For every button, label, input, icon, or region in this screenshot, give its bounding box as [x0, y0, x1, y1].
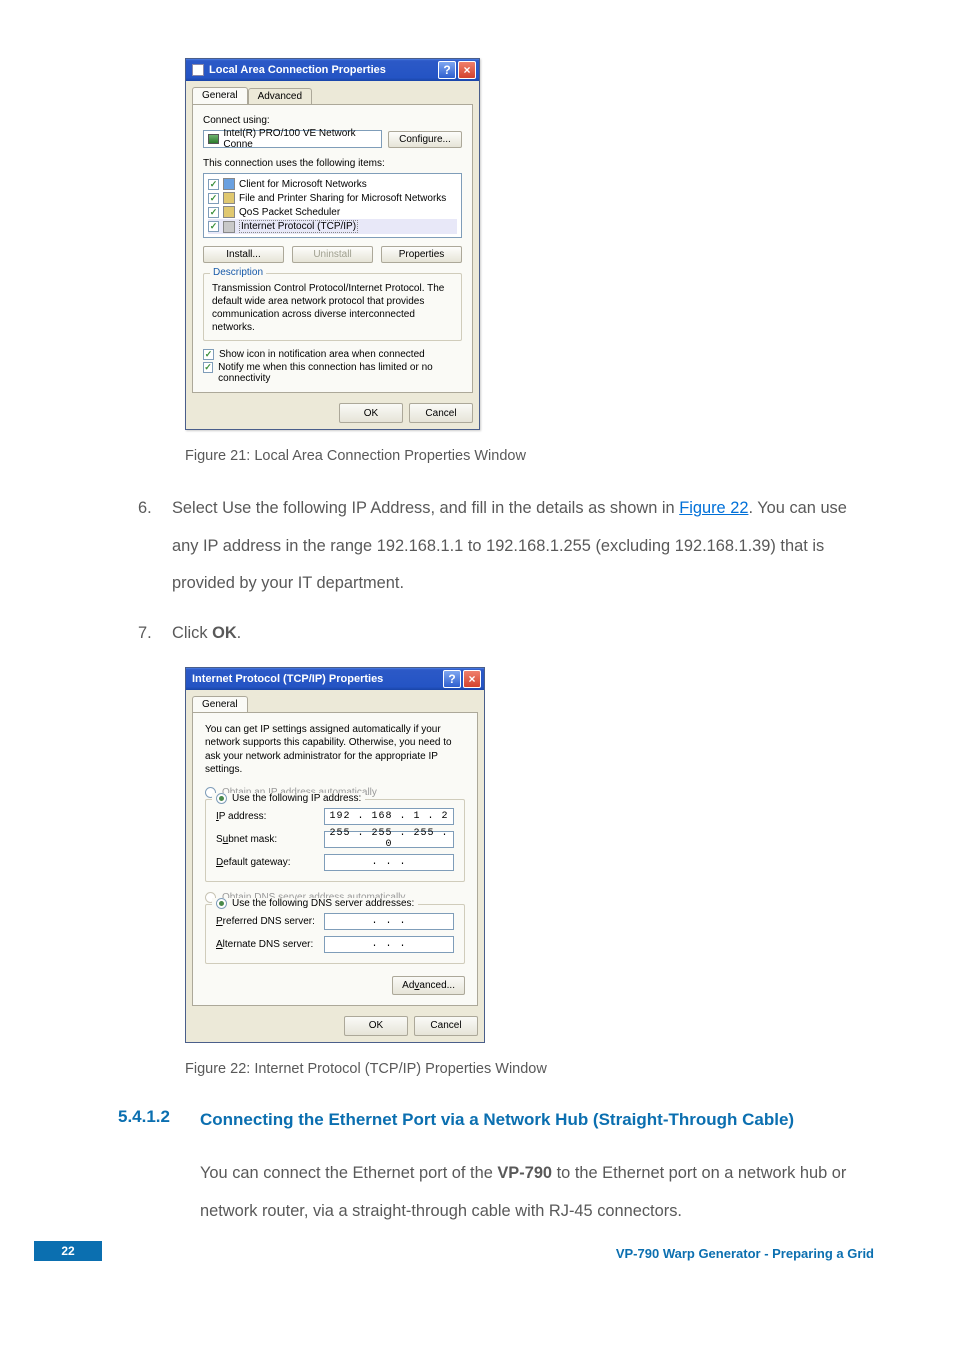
description-group: Description Transmission Control Protoco… [203, 273, 462, 341]
step-number: 6. [138, 490, 172, 603]
dialog1-title: Local Area Connection Properties [209, 64, 386, 76]
cancel-button[interactable]: Cancel [414, 1016, 478, 1036]
checkbox-icon[interactable]: ✓ [208, 221, 219, 232]
description-text: Transmission Control Protocol/Internet P… [212, 282, 453, 334]
dialog2-description: You can get IP settings assigned automat… [205, 723, 465, 777]
radio-use-ip[interactable] [216, 793, 227, 804]
list-item[interactable]: ✓ File and Printer Sharing for Microsoft… [208, 191, 457, 205]
subnet-mask-label: Subnet mask: [216, 834, 318, 845]
connection-items-list[interactable]: ✓ Client for Microsoft Networks ✓ File a… [203, 173, 462, 238]
pref-dns-label: Preferred DNS server: [216, 916, 318, 927]
tab-general[interactable]: General [192, 696, 248, 712]
local-area-connection-dialog: Local Area Connection Properties ? × Gen… [185, 58, 480, 430]
section-title: Connecting the Ethernet Port via a Netwo… [200, 1107, 874, 1133]
list-item[interactable]: ✓ Client for Microsoft Networks [208, 177, 457, 191]
list-item[interactable]: ✓ Internet Protocol (TCP/IP) [208, 219, 457, 234]
tab-general[interactable]: General [192, 87, 248, 104]
tab-advanced[interactable]: Advanced [248, 88, 312, 104]
dialog1-tabs: General Advanced [186, 81, 479, 104]
dialog2-titlebar[interactable]: Internet Protocol (TCP/IP) Properties ? … [186, 668, 484, 690]
checkbox-icon[interactable]: ✓ [208, 179, 219, 190]
properties-button[interactable]: Properties [381, 246, 462, 263]
dialog1-pane: Connect using: Intel(R) PRO/100 VE Netwo… [192, 104, 473, 393]
subnet-mask-input[interactable]: 255 . 255 . 255 . 0 [324, 831, 454, 848]
section-number: 5.4.1.2 [100, 1107, 200, 1133]
service-icon [223, 206, 235, 218]
uninstall-button[interactable]: Uninstall [292, 246, 373, 263]
page-number: 22 [34, 1241, 102, 1261]
checkbox-icon[interactable]: ✓ [203, 362, 213, 373]
protocol-icon [223, 221, 235, 233]
page-footer: 22 VP-790 Warp Generator - Preparing a G… [0, 1241, 954, 1267]
dialog1-titlebar[interactable]: Local Area Connection Properties ? × [186, 59, 479, 81]
description-label: Description [210, 267, 266, 278]
list-item[interactable]: ✓ QoS Packet Scheduler [208, 205, 457, 219]
dns-fieldset: Use the following DNS server addresses: … [205, 904, 465, 964]
ip-fieldset: Use the following IP address: IP address… [205, 799, 465, 882]
step-7-text: Click OK. [172, 615, 874, 653]
install-button[interactable]: Install... [203, 246, 284, 263]
figure-22-caption: Figure 22: Internet Protocol (TCP/IP) Pr… [185, 1061, 874, 1077]
alt-dns-input[interactable]: . . . [324, 936, 454, 953]
step-6-text: Select Use the following IP Address, and… [172, 490, 874, 603]
dialog2-pane: You can get IP settings assigned automat… [192, 712, 478, 1006]
nic-icon [208, 134, 219, 144]
ip-address-input[interactable]: 192 . 168 . 1 . 2 [324, 808, 454, 825]
dialog2-title: Internet Protocol (TCP/IP) Properties [192, 673, 383, 685]
service-icon [223, 192, 235, 204]
client-icon [223, 178, 235, 190]
ok-button[interactable]: OK [339, 403, 403, 423]
pref-dns-input[interactable]: . . . [324, 913, 454, 930]
network-icon [192, 64, 204, 76]
connect-using-label: Connect using: [203, 115, 462, 126]
help-button[interactable]: ? [438, 61, 456, 79]
close-button[interactable]: × [458, 61, 476, 79]
checkbox-icon[interactable]: ✓ [208, 193, 219, 204]
figure-21-caption: Figure 21: Local Area Connection Propert… [185, 448, 874, 464]
help-button[interactable]: ? [443, 670, 461, 688]
gateway-label: Default gateway: [216, 857, 318, 868]
show-icon-checkbox-label: Show icon in notification area when conn… [219, 349, 425, 360]
tcpip-properties-dialog: Internet Protocol (TCP/IP) Properties ? … [185, 667, 485, 1043]
cancel-button[interactable]: Cancel [409, 403, 473, 423]
gateway-input[interactable]: . . . [324, 854, 454, 871]
ip-address-label: IP address: [216, 811, 318, 822]
advanced-button[interactable]: Advanced... [392, 976, 465, 995]
items-label: This connection uses the following items… [203, 158, 462, 169]
figure-22-link[interactable]: Figure 22 [679, 499, 748, 517]
section-body: You can connect the Ethernet port of the… [200, 1155, 874, 1230]
close-button[interactable]: × [463, 670, 481, 688]
radio-use-dns[interactable] [216, 898, 227, 909]
ok-button[interactable]: OK [344, 1016, 408, 1036]
step-number: 7. [138, 615, 172, 653]
nic-field: Intel(R) PRO/100 VE Network Conne [203, 130, 382, 148]
configure-button[interactable]: Configure... [388, 131, 462, 148]
checkbox-icon[interactable]: ✓ [203, 349, 214, 360]
footer-title: VP-790 Warp Generator - Preparing a Grid [616, 1246, 874, 1261]
notify-checkbox-label: Notify me when this connection has limit… [218, 362, 462, 384]
checkbox-icon[interactable]: ✓ [208, 207, 219, 218]
alt-dns-label: Alternate DNS server: [216, 939, 318, 950]
radio-use-ip-label: Use the following IP address: [232, 793, 361, 804]
nic-name: Intel(R) PRO/100 VE Network Conne [223, 128, 377, 150]
radio-use-dns-label: Use the following DNS server addresses: [232, 898, 414, 909]
